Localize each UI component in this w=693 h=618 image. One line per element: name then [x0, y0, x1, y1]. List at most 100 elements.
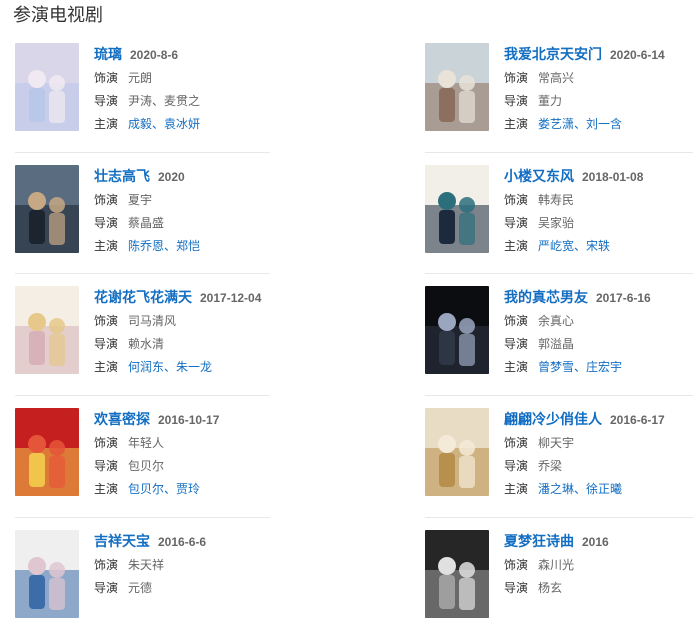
show-title-link[interactable]: 琉璃: [94, 46, 122, 62]
actor-link[interactable]: 徐正曦: [586, 482, 622, 496]
show-title-link[interactable]: 壮志高飞: [94, 168, 150, 184]
role-row: 饰演 司马清风: [94, 310, 324, 333]
title-row: 翩翩冷少俏佳人 2016-6-17: [504, 409, 693, 429]
role-name: 森川光: [538, 558, 575, 572]
actor-link[interactable]: 曾梦雪: [538, 360, 574, 374]
tv-show-item: 我的真芯男友 2017-6-16 饰演 余真心 导演 郭溢晶 主演 曾梦雪、庄宏宇: [425, 273, 693, 374]
poster-image[interactable]: [15, 43, 79, 131]
role-row: 饰演 元朗: [94, 67, 324, 90]
separator: 、: [164, 239, 177, 253]
role-name: 余真心: [538, 314, 575, 328]
role-label: 饰演: [504, 193, 529, 207]
actor-link[interactable]: 何润东: [128, 360, 164, 374]
director-row: 导演 郭溢晶: [504, 333, 693, 356]
tv-show-item: 我爱北京天安门 2020-6-14 饰演 常高兴 导演 董力 主演 娄艺潇、刘一含: [425, 30, 693, 131]
show-date: 2016-10-17: [158, 413, 220, 427]
show-title-link[interactable]: 花谢花飞花满天: [94, 289, 192, 305]
show-title-link[interactable]: 我爱北京天安门: [504, 46, 602, 62]
row-divider: [15, 517, 270, 518]
actor-link[interactable]: 袁冰妍: [164, 117, 200, 131]
director-label: 导演: [504, 94, 529, 108]
row-divider: [425, 517, 693, 518]
poster-image[interactable]: [15, 165, 79, 253]
separator: 、: [152, 117, 165, 131]
actor-link[interactable]: 陈乔恩: [128, 239, 164, 253]
show-date: 2020-6-14: [610, 48, 665, 62]
actor-link[interactable]: 宋轶: [586, 239, 610, 253]
director-names: 杨玄: [538, 581, 563, 595]
title-row: 琉璃 2020-8-6: [94, 44, 324, 64]
role-row: 饰演 柳天宇: [504, 432, 693, 455]
actor-link[interactable]: 庄宏宇: [586, 360, 622, 374]
poster-image[interactable]: [425, 43, 489, 131]
actor-link[interactable]: 娄艺潇: [538, 117, 574, 131]
poster-image[interactable]: [15, 530, 79, 618]
poster-image[interactable]: [425, 408, 489, 496]
separator: 、: [574, 117, 587, 131]
director-row: 导演 包贝尔: [94, 455, 324, 478]
actor-link[interactable]: 严屹宽: [538, 239, 574, 253]
actor-link[interactable]: 成毅: [128, 117, 152, 131]
director-label: 导演: [504, 216, 529, 230]
separator: 、: [164, 360, 177, 374]
tv-show-item: 夏梦狂诗曲 2016 饰演 森川光 导演 杨玄: [425, 517, 693, 618]
director-names: 尹涛、麦贯之: [128, 94, 201, 108]
tv-show-item: 吉祥天宝 2016-6-6 饰演 朱天祥 导演 元德: [15, 517, 295, 618]
title-row: 花谢花飞花满天 2017-12-04: [94, 287, 324, 307]
show-info: 欢喜密探 2016-10-17 饰演 年轻人 导演 包贝尔 主演 包贝尔、贾玲: [94, 409, 324, 501]
show-date: 2017-6-16: [596, 291, 651, 305]
director-row: 导演 吴家骀: [504, 212, 693, 235]
actor-link[interactable]: 刘一含: [586, 117, 622, 131]
role-label: 饰演: [94, 436, 119, 450]
director-row: 导演 乔梁: [504, 455, 693, 478]
director-names: 蔡晶盛: [128, 216, 165, 230]
show-title-link[interactable]: 吉祥天宝: [94, 533, 150, 549]
role-row: 饰演 年轻人: [94, 432, 324, 455]
stars-label: 主演: [504, 360, 529, 374]
stars-row: 主演 潘之琳、徐正曦: [504, 478, 693, 501]
show-title-link[interactable]: 我的真芯男友: [504, 289, 588, 305]
director-label: 导演: [504, 581, 529, 595]
stars-row: 主演 严屹宽、宋轶: [504, 235, 693, 258]
director-label: 导演: [504, 459, 529, 473]
poster-image[interactable]: [425, 530, 489, 618]
director-row: 导演 尹涛、麦贯之: [94, 90, 324, 113]
actor-link[interactable]: 郑恺: [176, 239, 200, 253]
stars-row: 主演 曾梦雪、庄宏宇: [504, 356, 693, 379]
director-row: 导演 赖水清: [94, 333, 324, 356]
show-title-link[interactable]: 翩翩冷少俏佳人: [504, 411, 602, 427]
title-row: 欢喜密探 2016-10-17: [94, 409, 324, 429]
director-names: 吴家骀: [538, 216, 575, 230]
tv-show-item: 花谢花飞花满天 2017-12-04 饰演 司马清风 导演 赖水清 主演 何润东、朱一龙: [15, 273, 295, 374]
role-label: 饰演: [94, 558, 119, 572]
actor-link[interactable]: 包贝尔: [128, 482, 164, 496]
director-label: 导演: [94, 337, 119, 351]
director-row: 导演 蔡晶盛: [94, 212, 324, 235]
stars-label: 主演: [504, 117, 529, 131]
role-row: 饰演 夏宇: [94, 189, 324, 212]
actor-link[interactable]: 潘之琳: [538, 482, 574, 496]
role-label: 饰演: [504, 314, 529, 328]
title-row: 吉祥天宝 2016-6-6: [94, 531, 324, 551]
show-date: 2016-6-17: [610, 413, 665, 427]
director-label: 导演: [94, 216, 119, 230]
poster-image[interactable]: [425, 286, 489, 374]
show-info: 琉璃 2020-8-6 饰演 元朗 导演 尹涛、麦贯之 主演 成毅、袁冰妍: [94, 44, 324, 136]
poster-image[interactable]: [15, 408, 79, 496]
title-row: 小楼又东风 2018-01-08: [504, 166, 693, 186]
stars-row: 主演 娄艺潇、刘一含: [504, 113, 693, 136]
show-title-link[interactable]: 夏梦狂诗曲: [504, 533, 574, 549]
stars-row: 主演 包贝尔、贾玲: [94, 478, 324, 501]
role-label: 饰演: [94, 71, 119, 85]
director-names: 乔梁: [538, 459, 563, 473]
stars-row: 主演 陈乔恩、郑恺: [94, 235, 324, 258]
stars-label: 主演: [94, 360, 119, 374]
actor-link[interactable]: 朱一龙: [176, 360, 212, 374]
show-title-link[interactable]: 小楼又东风: [504, 168, 574, 184]
poster-image[interactable]: [425, 165, 489, 253]
actor-link[interactable]: 贾玲: [176, 482, 200, 496]
poster-image[interactable]: [15, 286, 79, 374]
show-title-link[interactable]: 欢喜密探: [94, 411, 150, 427]
role-name: 韩寿民: [538, 193, 575, 207]
tv-show-item: 壮志高飞 2020 饰演 夏宇 导演 蔡晶盛 主演 陈乔恩、郑恺: [15, 152, 295, 253]
